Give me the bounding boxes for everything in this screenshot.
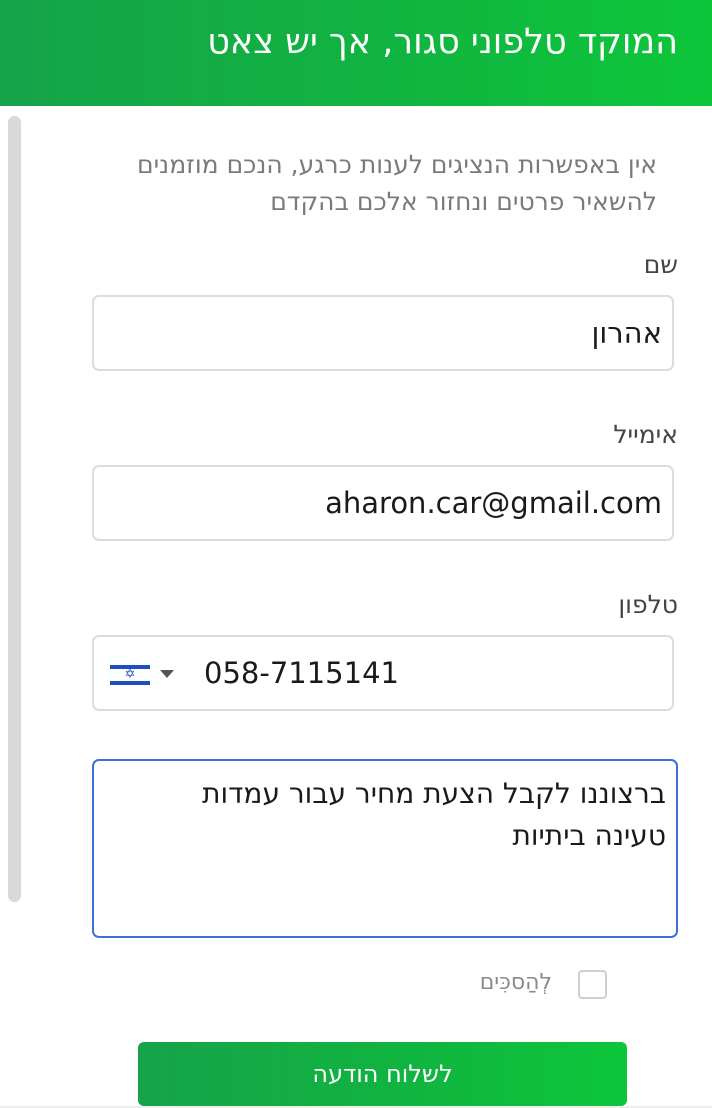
message-value: ברצוננו לקבל הצעת מחיר עבור עמדות טעינה …	[202, 777, 666, 852]
phone-value: 058-7115141	[204, 656, 399, 690]
phone-label: טלפון	[618, 590, 678, 619]
agree-checkbox[interactable]	[578, 970, 607, 999]
scrollbar[interactable]	[8, 116, 21, 902]
name-field[interactable]: אהרון	[92, 295, 674, 371]
agree-label: לְהַסכִּים	[479, 970, 552, 995]
chevron-down-icon[interactable]	[160, 670, 174, 678]
header-title: המוקד טלפוני סגור, אך יש צאט	[207, 22, 678, 62]
name-value: אהרון	[591, 316, 662, 350]
email-value: aharon.car@gmail.com	[325, 486, 662, 520]
send-message-button[interactable]: לשלוח הודעה	[138, 1042, 627, 1106]
flag-stripe-bottom	[110, 681, 150, 685]
header-bar: המוקד טלפוני סגור, אך יש צאט	[0, 0, 712, 106]
name-label: שם	[643, 250, 678, 279]
israel-flag-icon[interactable]: ✡	[110, 663, 150, 687]
info-message: אין באפשרות הנציגים לענות כרגע, הנכם מוז…	[137, 150, 657, 216]
chat-contact-form: המוקד טלפוני סגור, אך יש צאט אין באפשרות…	[0, 0, 712, 1108]
message-textarea[interactable]: ברצוננו לקבל הצעת מחיר עבור עמדות טעינה …	[92, 759, 678, 938]
email-field[interactable]: aharon.car@gmail.com	[92, 465, 674, 541]
phone-field[interactable]: ✡ 058-7115141	[92, 635, 674, 711]
email-label: אימייל	[613, 420, 678, 449]
